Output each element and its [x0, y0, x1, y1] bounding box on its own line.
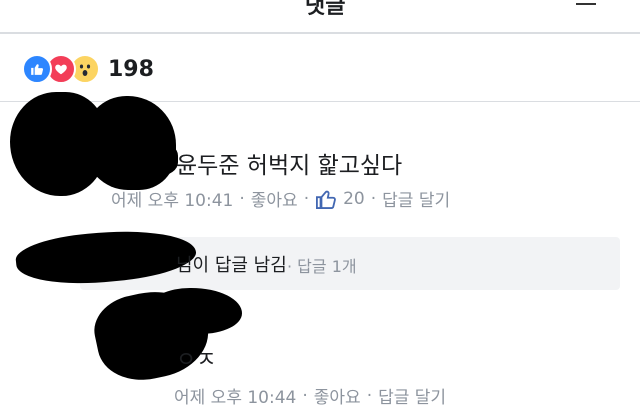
separator: ·: [366, 385, 373, 406]
comment-text: ㅇㅈ: [176, 348, 217, 373]
section-divider: [0, 101, 640, 102]
thumbs-up-icon[interactable]: [315, 189, 337, 209]
reply-action[interactable]: 답글 달기: [378, 383, 446, 408]
page-title: 댓글: [305, 0, 346, 19]
like-action[interactable]: 좋아요: [251, 186, 298, 211]
reply-count[interactable]: · 답글 1개: [287, 253, 357, 277]
redacted-name-tail: [130, 142, 178, 176]
comment-time[interactable]: 어제 오후 10:44: [174, 383, 296, 408]
reactions-summary[interactable]: 198: [22, 54, 154, 84]
reaction-count: 198: [108, 56, 154, 82]
comment-meta: 어제 오후 10:44 · 좋아요 · 답글 달기: [174, 383, 446, 409]
top-bar-divider: [0, 32, 640, 34]
separator: ·: [370, 188, 377, 209]
top-bar: 댓글: [0, 0, 640, 32]
like-icon: [22, 54, 52, 84]
comment-text: 윤두준 허벅지 핥고싶다: [176, 153, 403, 179]
separator: ·: [302, 385, 308, 406]
menu-icon[interactable]: [576, 0, 596, 5]
comment-time[interactable]: 어제 오후 10:41: [111, 186, 233, 211]
reply-summary-text[interactable]: 님이 답글 남김: [176, 251, 287, 277]
like-count[interactable]: 20: [343, 189, 365, 209]
like-action[interactable]: 좋아요: [314, 383, 361, 408]
separator: ·: [303, 188, 310, 209]
comments-page: 댓글 198 윤두준 허벅지 핥고싶다 어제 오후 10:41 · 좋아요 ·: [0, 0, 640, 418]
reply-action[interactable]: 답글 달기: [382, 186, 450, 211]
separator: ·: [239, 188, 245, 209]
redacted-name: [150, 288, 242, 334]
comment-meta: 어제 오후 10:41 · 좋아요 · 20 · 답글 달기: [111, 186, 450, 212]
